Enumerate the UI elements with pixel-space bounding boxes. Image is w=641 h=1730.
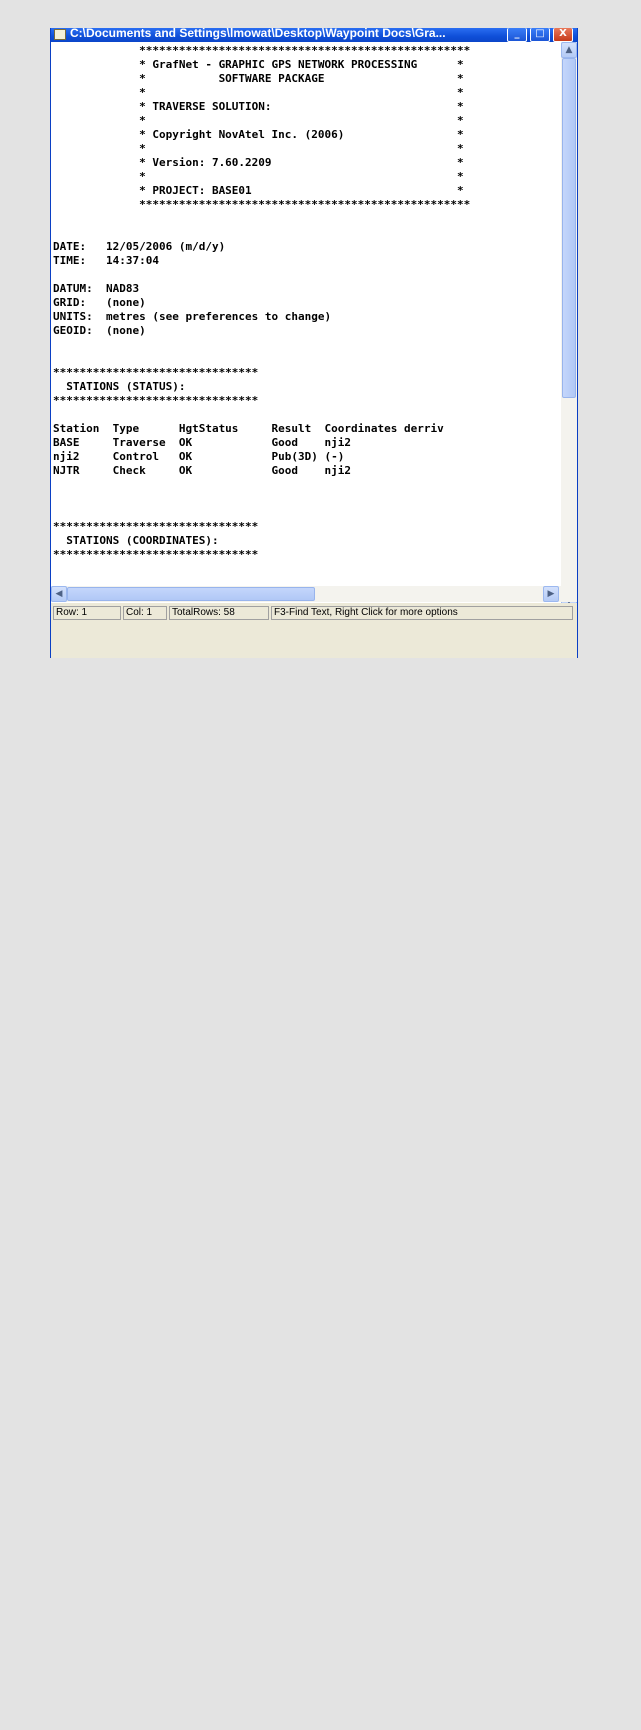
- document-icon: [54, 29, 66, 40]
- status-total-rows: TotalRows: 58: [169, 606, 269, 620]
- status-col: Col: 1: [123, 606, 167, 620]
- report-content[interactable]: ******************************* *********…: [51, 42, 577, 609]
- title-bar[interactable]: C:\Documents and Settings\lmowat\Desktop…: [51, 28, 577, 42]
- horizontal-scrollbar[interactable]: ◀ ▶: [51, 586, 577, 602]
- report-viewer-window: C:\Documents and Settings\lmowat\Desktop…: [50, 28, 578, 658]
- report-line: *******************************: [53, 520, 259, 533]
- status-row: Row: 1: [53, 606, 121, 620]
- scroll-up-icon[interactable]: ▲: [561, 42, 577, 58]
- vertical-scrollbar[interactable]: ▲ ▼: [561, 42, 577, 609]
- report-line: * *: [53, 86, 464, 99]
- report-line: STATIONS (STATUS):: [53, 380, 186, 393]
- report-line: BASE Traverse OK Good nji2: [53, 436, 352, 449]
- report-line: STATIONS (COORDINATES):: [53, 534, 219, 547]
- report-line: *******************************: [53, 366, 259, 379]
- vertical-scroll-thumb[interactable]: [562, 58, 576, 398]
- report-line: nji2 Control OK Pub(3D) (-): [53, 450, 345, 463]
- report-line: ****************************************…: [53, 198, 471, 211]
- window-title: C:\Documents and Settings\lmowat\Desktop…: [70, 28, 446, 40]
- report-line: * Copyright NovAtel Inc. (2006) *: [53, 128, 464, 141]
- horizontal-scroll-thumb[interactable]: [67, 587, 315, 601]
- report-line: DATUM: NAD83: [53, 282, 140, 295]
- report-line: * *: [53, 114, 464, 127]
- report-line: Station Type HgtStatus Result Coordinate…: [53, 422, 444, 435]
- report-text-area[interactable]: ******************************* *********…: [51, 42, 561, 609]
- report-line: ****************************************…: [53, 44, 471, 57]
- report-line: GRID: (none): [53, 296, 146, 309]
- minimize-button[interactable]: _: [507, 28, 527, 42]
- close-button[interactable]: X: [553, 28, 573, 42]
- report-line: NJTR Check OK Good nji2: [53, 464, 352, 477]
- scroll-right-icon[interactable]: ▶: [543, 586, 559, 602]
- page: C:\Documents and Settings\lmowat\Desktop…: [0, 0, 641, 1730]
- report-line: * Version: 7.60.2209 *: [53, 156, 464, 169]
- scroll-left-icon[interactable]: ◀: [51, 586, 67, 602]
- report-line: GEOID: (none): [53, 324, 146, 337]
- status-bar: Row: 1 Col: 1 TotalRows: 58 F3-Find Text…: [51, 603, 577, 623]
- report-line: * GrafNet - GRAPHIC GPS NETWORK PROCESSI…: [53, 58, 464, 71]
- report-line: DATE: 12/05/2006 (m/d/y): [53, 240, 226, 253]
- report-line: TIME: 14:37:04: [53, 254, 159, 267]
- report-line: * *: [53, 170, 464, 183]
- status-hint: F3-Find Text, Right Click for more optio…: [271, 606, 573, 620]
- report-line: * *: [53, 142, 464, 155]
- report-line: * PROJECT: BASE01 *: [53, 184, 464, 197]
- report-line: * TRAVERSE SOLUTION: *: [53, 100, 464, 113]
- maximize-button[interactable]: □: [530, 28, 550, 42]
- report-line: *******************************: [53, 548, 259, 561]
- report-line: * SOFTWARE PACKAGE *: [53, 72, 464, 85]
- report-line: UNITS: metres (see preferences to change…: [53, 310, 332, 323]
- report-line: *******************************: [53, 394, 259, 407]
